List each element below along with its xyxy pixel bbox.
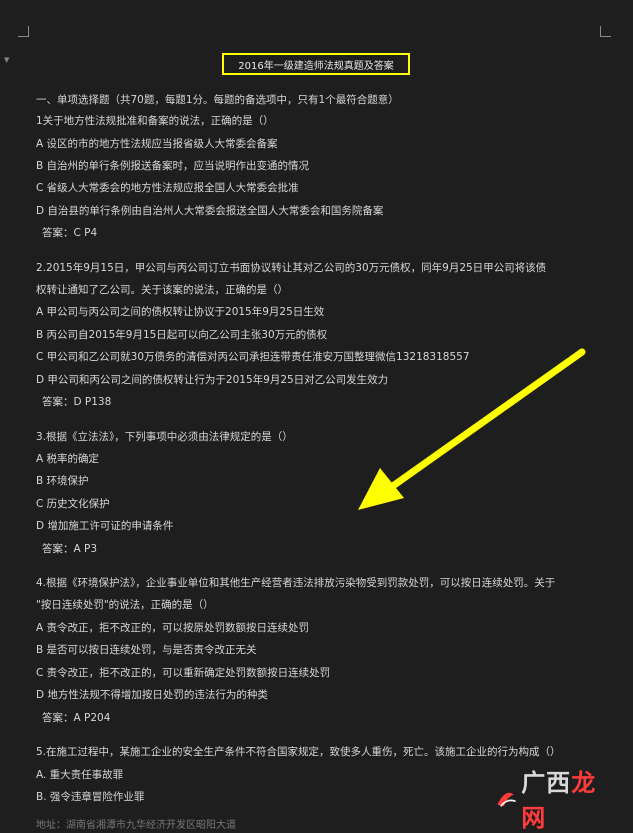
- arrow-shaft: [386, 348, 586, 492]
- watermark-text-left: 广西: [521, 769, 572, 797]
- watermark-logo-icon: [497, 792, 516, 807]
- site-watermark: 广西龙网: [494, 769, 604, 832]
- watermark-text: 广西龙网: [521, 763, 604, 833]
- yellow-arrow-annotation: [358, 348, 586, 510]
- arrow-head: [358, 468, 404, 510]
